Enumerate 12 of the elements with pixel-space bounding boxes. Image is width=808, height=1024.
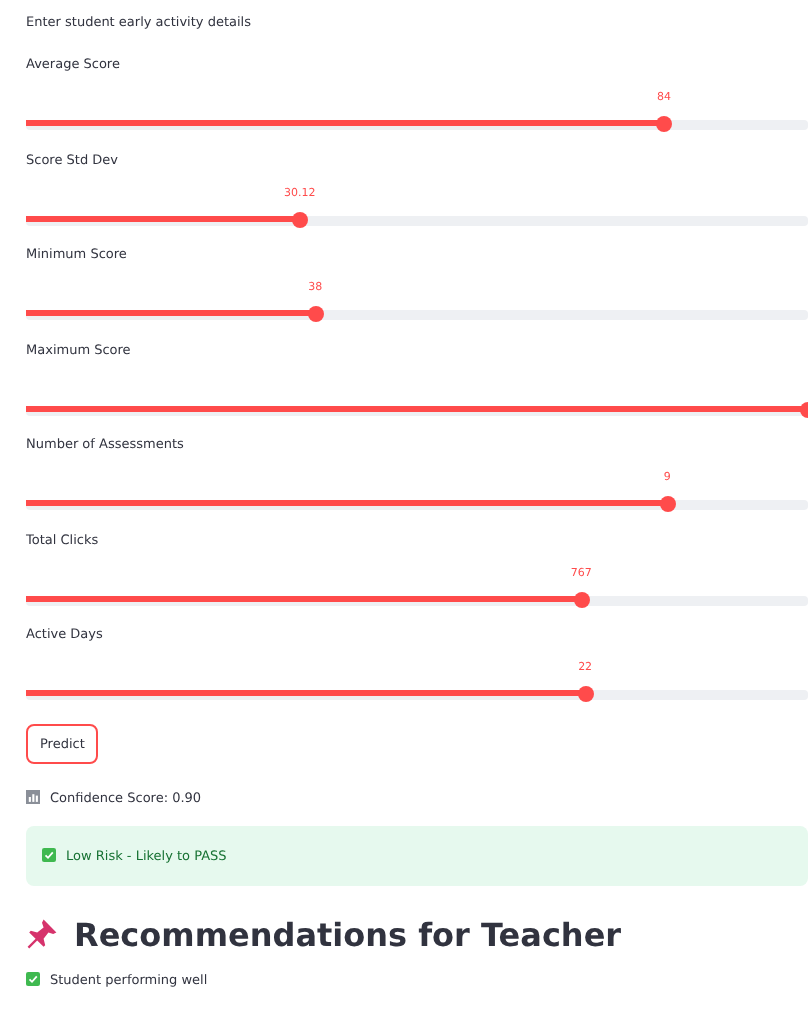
slider-thumb[interactable] — [577, 686, 594, 702]
slider-thumb[interactable] — [659, 496, 676, 512]
check-icon — [26, 972, 40, 986]
slider-track[interactable] — [26, 405, 808, 415]
pushpin-icon — [26, 918, 58, 950]
slider-thumb[interactable] — [291, 211, 308, 227]
section-heading: Recommendations for Teacher — [74, 915, 622, 953]
slider-thumb[interactable] — [307, 306, 324, 322]
slider-thumb[interactable] — [573, 591, 590, 607]
bar-chart-icon — [26, 790, 40, 804]
slider-thumb[interactable] — [656, 116, 673, 132]
check-icon — [42, 848, 56, 862]
